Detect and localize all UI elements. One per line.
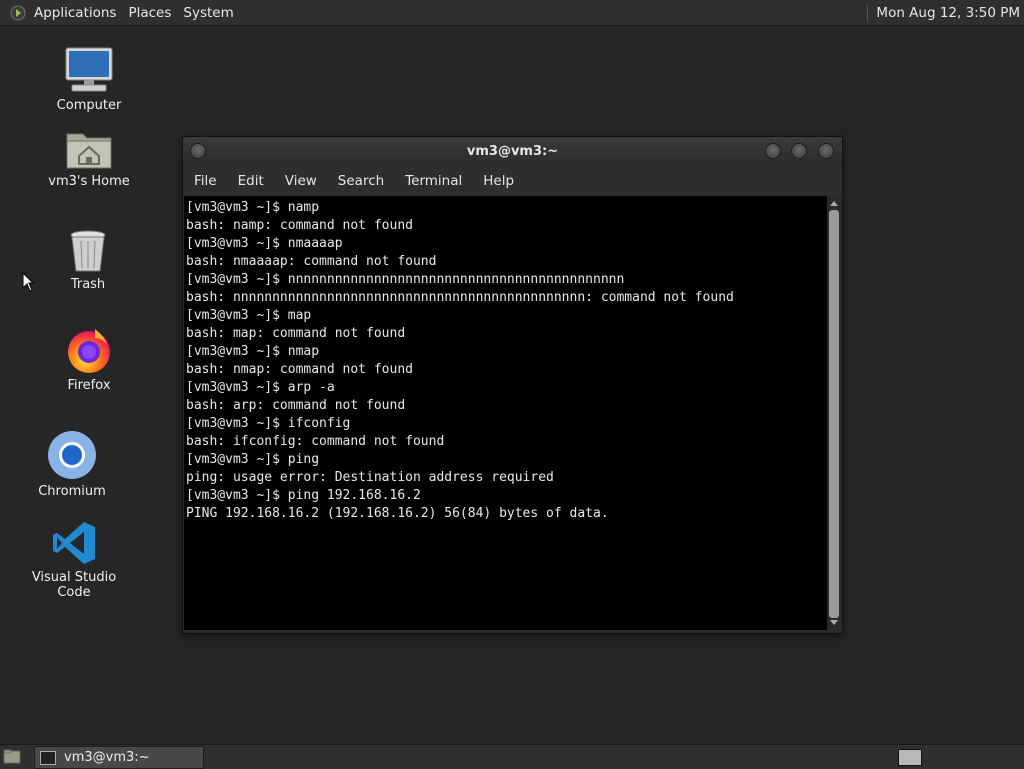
terminal-line: bash: nmap: command not found — [186, 362, 413, 377]
taskbar-item-label: vm3@vm3:~ — [64, 750, 150, 765]
terminal-line: [vm3@vm3 ~]$ nnnnnnnnnnnnnnnnnnnnnnnnnnn… — [186, 272, 625, 287]
terminal-line: [vm3@vm3 ~]$ arp -a — [186, 380, 335, 395]
terminal-line: [vm3@vm3 ~]$ ping 192.168.16.2 — [186, 488, 421, 503]
terminal-line: bash: namp: command not found — [186, 218, 413, 233]
menu-view[interactable]: View — [274, 173, 327, 189]
terminal-icon — [40, 750, 56, 765]
terminal-line: PING 192.168.16.2 (192.168.16.2) 56(84) … — [186, 506, 609, 521]
panel-separator — [867, 4, 869, 21]
menu-file[interactable]: File — [183, 173, 227, 189]
scroll-up-arrow-icon[interactable] — [830, 201, 838, 206]
workspace-switcher[interactable] — [898, 749, 922, 766]
desktop-icon-firefox[interactable]: Firefox — [49, 326, 129, 393]
desktop-icon-label: vm3's Home — [48, 174, 130, 189]
terminal-line: bash: ifconfig: command not found — [186, 434, 445, 449]
desktop-icon-label: Visual Studio Code — [31, 570, 117, 600]
computer-icon — [65, 47, 113, 92]
terminal-menu-bar: File Edit View Search Terminal Help — [183, 167, 842, 195]
window-title: vm3@vm3:~ — [466, 144, 559, 159]
bottom-panel: vm3@vm3:~ — [0, 744, 1024, 769]
minimize-button[interactable] — [765, 143, 781, 159]
close-button[interactable] — [818, 143, 834, 159]
taskbar-item-terminal[interactable]: vm3@vm3:~ — [34, 746, 204, 769]
menu-edit[interactable]: Edit — [227, 173, 274, 189]
terminal-line: [vm3@vm3 ~]$ nmaaaap — [186, 236, 343, 251]
scroll-down-arrow-icon[interactable] — [830, 620, 838, 625]
terminal-line: bash: nmaaaap: command not found — [186, 254, 437, 269]
desktop-icon-computer[interactable]: Computer — [44, 46, 134, 113]
home-folder-icon — [66, 133, 112, 169]
desktop-icon-chromium[interactable]: Chromium — [32, 430, 112, 499]
places-menu[interactable]: Places — [124, 5, 179, 21]
terminal-line: [vm3@vm3 ~]$ ping — [186, 452, 320, 467]
terminal-line: [vm3@vm3 ~]$ ifconfig — [186, 416, 351, 431]
system-menu[interactable]: System — [179, 5, 241, 21]
terminal-line: [vm3@vm3 ~]$ namp — [186, 200, 320, 215]
scrollbar[interactable] — [827, 196, 841, 630]
terminal-lines: [vm3@vm3 ~]$ namp bash: namp: command not… — [184, 196, 827, 523]
gnome-foot-icon[interactable] — [10, 5, 26, 21]
desktop-icon-trash[interactable]: Trash — [48, 229, 128, 292]
mouse-cursor-icon — [22, 272, 34, 292]
clock[interactable]: Mon Aug 12, 3:50 PM — [876, 5, 1024, 21]
title-bar[interactable]: vm3@vm3:~ — [183, 137, 842, 167]
top-panel: Applications Places System Mon Aug 12, 3… — [0, 0, 1024, 26]
chromium-icon — [48, 431, 96, 479]
menu-search[interactable]: Search — [327, 173, 394, 189]
maximize-button[interactable] — [791, 143, 807, 159]
desktop-icon-label: Chromium — [38, 484, 106, 499]
applications-menu[interactable]: Applications — [30, 5, 124, 21]
trash-icon — [70, 230, 106, 272]
menu-help[interactable]: Help — [472, 173, 524, 189]
vscode-icon — [53, 522, 95, 564]
menu-terminal[interactable]: Terminal — [394, 173, 472, 189]
terminal-line: [vm3@vm3 ~]$ map — [186, 308, 312, 323]
show-desktop-icon[interactable] — [3, 749, 21, 764]
firefox-icon — [68, 329, 110, 373]
desktop-icon-label: Computer — [56, 98, 122, 113]
terminal-line: [vm3@vm3 ~]$ nmap — [186, 344, 320, 359]
terminal-line: bash: map: command not found — [186, 326, 406, 341]
terminal-line: bash: arp: command not found — [186, 398, 406, 413]
terminal-line: bash: nnnnnnnnnnnnnnnnnnnnnnnnnnnnnnnnnn… — [186, 290, 734, 305]
desktop-icon-label: Firefox — [67, 378, 111, 393]
terminal-window: vm3@vm3:~ File Edit View Search Terminal… — [182, 136, 843, 634]
desktop-icon-vscode[interactable]: Visual Studio Code — [14, 520, 134, 600]
terminal-line: ping: usage error: Destination address r… — [186, 470, 554, 485]
scrollbar-thumb[interactable] — [829, 210, 839, 618]
desktop-icon-label: Trash — [70, 277, 106, 292]
desktop-icon-home[interactable]: vm3's Home — [43, 128, 135, 189]
terminal-output[interactable]: [vm3@vm3 ~]$ namp bash: namp: command not… — [184, 196, 827, 630]
